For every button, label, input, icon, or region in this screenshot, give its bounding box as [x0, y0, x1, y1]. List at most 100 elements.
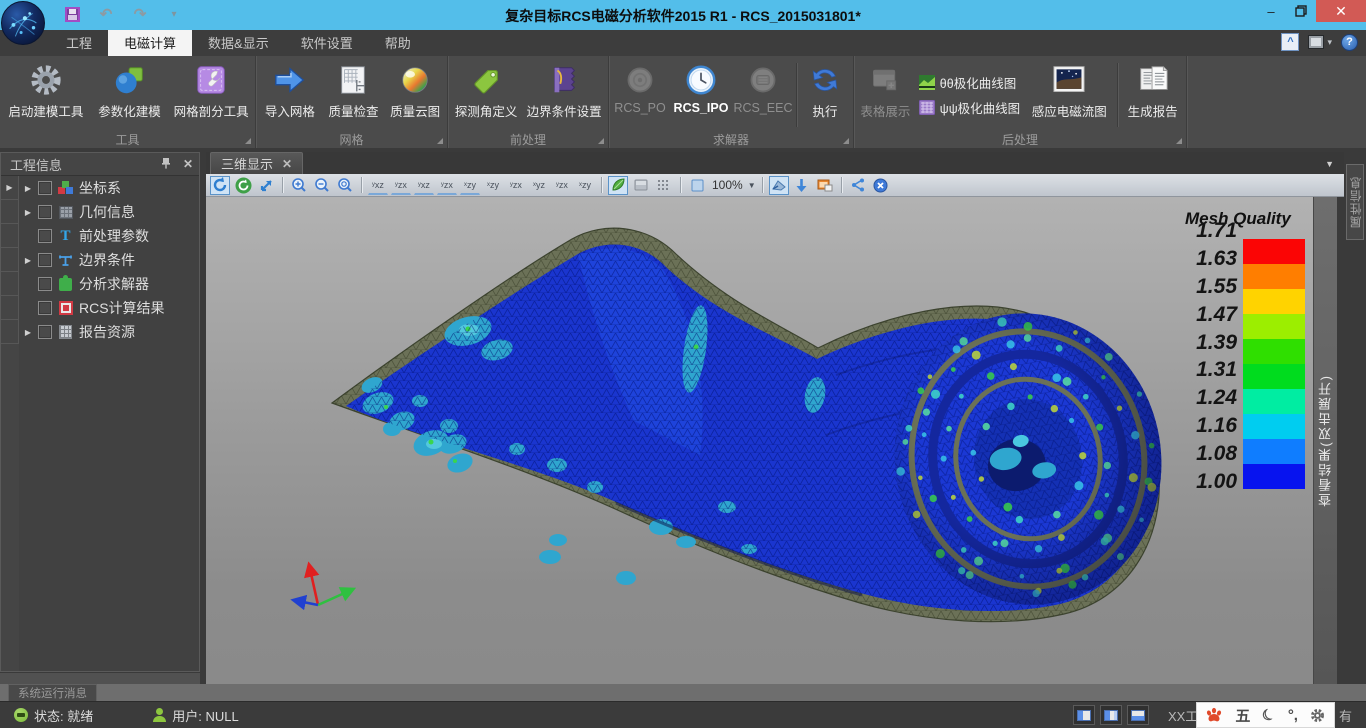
- expander-icon[interactable]: ▶: [23, 328, 33, 337]
- rcs-po-solver-button[interactable]: RCS_PO: [611, 59, 669, 131]
- checkbox[interactable]: [38, 205, 52, 219]
- tab-system-messages[interactable]: 系统运行消息: [8, 684, 97, 701]
- tab-property-info[interactable]: 属性信息: [1346, 164, 1364, 240]
- axis-view-button[interactable]: ʸzx: [437, 176, 457, 195]
- tab-3d-display[interactable]: 三维显示 ✕: [210, 152, 303, 174]
- shaded-mode-button[interactable]: [608, 176, 628, 195]
- zoom-in-button[interactable]: [289, 176, 309, 195]
- ime-halfwidth-moon-icon[interactable]: ☾: [1259, 704, 1279, 726]
- generate-report-button[interactable]: 生成报告: [1121, 59, 1184, 131]
- chevron-down-icon: ▾: [1327, 37, 1332, 48]
- refresh-view-button[interactable]: [233, 176, 253, 195]
- axis-view-button[interactable]: ʸzx: [391, 176, 411, 195]
- tree-item-geometry-info[interactable]: ▶ 几何信息: [19, 200, 199, 224]
- tree-item-analysis-solver[interactable]: 分析求解器: [19, 272, 199, 296]
- psi-psi-curve-button[interactable]: ψψ极化曲线图: [919, 98, 1020, 117]
- minimize-button[interactable]: –: [1256, 0, 1286, 22]
- checkbox[interactable]: [38, 301, 52, 315]
- zoom-level-value[interactable]: 100%: [712, 178, 743, 192]
- save-button[interactable]: [62, 5, 82, 23]
- checkbox[interactable]: [38, 277, 52, 291]
- axis-view-button[interactable]: ʸxz: [368, 176, 388, 195]
- launch-modeling-tool-button[interactable]: 启动建模工具: [2, 59, 90, 131]
- share-button[interactable]: [848, 176, 868, 195]
- drop-view-button[interactable]: [792, 176, 812, 195]
- tab-close-icon[interactable]: ✕: [282, 157, 292, 171]
- zoom-scale-button[interactable]: [687, 176, 707, 195]
- section-tool-button[interactable]: [769, 176, 789, 195]
- table-display-button[interactable]: 表格展示: [856, 59, 915, 131]
- axis-view-button[interactable]: ˣzy: [460, 176, 480, 195]
- layout-split-panel-button[interactable]: [1100, 705, 1122, 725]
- import-mesh-button[interactable]: 导入网格: [258, 59, 322, 131]
- display-device-button[interactable]: ▾: [1308, 35, 1332, 49]
- tab-software-settings[interactable]: 软件设置: [285, 30, 369, 56]
- checkbox[interactable]: [38, 253, 52, 267]
- undo-button[interactable]: ↶: [96, 5, 116, 23]
- tab-help[interactable]: 帮助: [369, 30, 427, 56]
- ime-wubi-mode[interactable]: 五: [1235, 705, 1250, 726]
- results-collapsed-panel[interactable]: 查看结果(双击展开): [1313, 197, 1337, 684]
- rcs-eec-solver-button[interactable]: RCS_EEC: [733, 59, 793, 131]
- flat-mode-button[interactable]: [631, 176, 651, 195]
- checkbox[interactable]: [38, 325, 52, 339]
- probe-angle-define-button[interactable]: 探测角定义: [450, 59, 522, 131]
- capture-scene-button[interactable]: [815, 176, 835, 195]
- axis-view-button[interactable]: ˣzy: [575, 176, 595, 195]
- axis-view-button[interactable]: ʸzx: [506, 176, 526, 195]
- mesh-partition-tool-button[interactable]: 网格剖分工具: [169, 59, 253, 131]
- tree-item-boundary-condition[interactable]: ▶ 边界条件: [19, 248, 199, 272]
- app-logo[interactable]: [1, 1, 45, 45]
- tree-item-preprocess-params[interactable]: T 前处理参数: [19, 224, 199, 248]
- axis-view-button[interactable]: ˣzy: [483, 176, 503, 195]
- pin-icon[interactable]: [161, 157, 171, 172]
- axis-view-button[interactable]: ʸxz: [414, 176, 434, 195]
- axis-view-button[interactable]: ʸzx: [552, 176, 572, 195]
- tree-item-coordinate-system[interactable]: ▶ 坐标系: [19, 176, 199, 200]
- clear-view-button[interactable]: [871, 176, 891, 195]
- expander-icon[interactable]: ▶: [23, 256, 33, 265]
- layout-bottom-panel-button[interactable]: [1127, 705, 1149, 725]
- restore-button[interactable]: [1286, 0, 1316, 22]
- zoom-out-button[interactable]: [312, 176, 332, 195]
- rotate-view-button[interactable]: [210, 176, 230, 195]
- expander-icon[interactable]: ▶: [23, 208, 33, 217]
- quality-cloud-map-button[interactable]: 质量云图: [385, 59, 445, 131]
- tab-overflow-icon[interactable]: ▼: [1325, 159, 1334, 169]
- tab-em-compute[interactable]: 电磁计算: [108, 30, 192, 56]
- close-button[interactable]: ✕: [1316, 0, 1366, 22]
- ime-settings-gear-icon[interactable]: [1310, 708, 1325, 723]
- tree-item-report-resources[interactable]: ▶ 报告资源: [19, 320, 199, 344]
- help-button[interactable]: ?: [1341, 34, 1358, 51]
- tab-data-display[interactable]: 数据&显示: [192, 30, 285, 56]
- 3d-canvas[interactable]: Mesh Quality 1.71 1.63 1.55 1.47 1.39 1.…: [206, 197, 1313, 684]
- redo-button[interactable]: ↷: [130, 5, 150, 23]
- checkbox[interactable]: [38, 229, 52, 243]
- collapse-ribbon-button[interactable]: ^: [1281, 33, 1299, 51]
- gutter-expander[interactable]: ▶: [1, 176, 19, 200]
- panel-close-icon[interactable]: ✕: [183, 157, 193, 171]
- diagonal-arrow-icon: [259, 178, 274, 193]
- legend-color-block: [1243, 414, 1305, 439]
- quality-check-button[interactable]: 质量检查: [322, 59, 386, 131]
- induced-current-map-button[interactable]: 感应电磁流图: [1024, 59, 1114, 131]
- chevron-down-icon[interactable]: ▼: [748, 181, 756, 190]
- checkbox[interactable]: [38, 181, 52, 195]
- layout-left-panel-button[interactable]: [1073, 705, 1095, 725]
- legend-color-block: [1243, 389, 1305, 414]
- execute-button[interactable]: 执行: [800, 59, 850, 131]
- ime-punctuation-mode[interactable]: °,: [1288, 707, 1298, 724]
- tab-project[interactable]: 工程: [50, 30, 108, 56]
- pan-zoom-button[interactable]: [256, 176, 276, 195]
- boundary-condition-settings-button[interactable]: 边界条件设置: [522, 59, 606, 131]
- quick-access-more-button[interactable]: ▾: [164, 5, 184, 23]
- tree-item-rcs-results[interactable]: RCS计算结果: [19, 296, 199, 320]
- wireframe-mode-button[interactable]: [654, 176, 674, 195]
- zoom-fit-button[interactable]: [335, 176, 355, 195]
- theta-theta-curve-button[interactable]: θθ极化曲线图: [919, 73, 1020, 92]
- axis-view-button[interactable]: ˣyz: [529, 176, 549, 195]
- expander-icon[interactable]: ▶: [23, 184, 33, 193]
- rcs-ipo-solver-button[interactable]: RCS_IPO: [669, 59, 733, 131]
- ime-logo-paw-icon[interactable]: [1206, 707, 1223, 723]
- parametric-modeling-button[interactable]: 参数化建模: [90, 59, 170, 131]
